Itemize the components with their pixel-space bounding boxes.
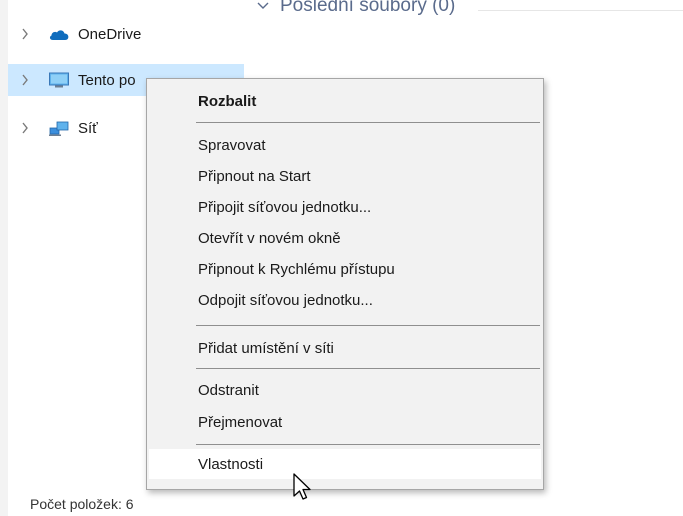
menu-item-expand[interactable]: Rozbalit (149, 86, 541, 116)
nav-item-label: OneDrive (78, 25, 142, 43)
menu-item-pin-quick-access[interactable]: Připnout k Rychlému přístupu (149, 254, 541, 284)
menu-separator (196, 325, 540, 326)
status-item-count: Počet položek: 6 (30, 496, 134, 512)
menu-separator (196, 122, 540, 123)
nav-item-onedrive[interactable]: OneDrive (8, 18, 244, 50)
chevron-right-icon[interactable] (20, 121, 30, 135)
group-title: Poslední soubory (0) (280, 0, 456, 16)
network-icon (48, 119, 70, 137)
menu-item-rename[interactable]: Přejmenovat (149, 407, 541, 437)
menu-item-delete[interactable]: Odstranit (149, 375, 541, 405)
window-left-edge (0, 0, 8, 516)
menu-item-manage[interactable]: Spravovat (149, 130, 541, 160)
menu-item-disconnect-network-drive[interactable]: Odpojit síťovou jednotku... (149, 285, 541, 315)
menu-item-pin-to-start[interactable]: Připnout na Start (149, 161, 541, 191)
group-divider (478, 10, 683, 11)
computer-monitor-icon (48, 71, 70, 89)
chevron-right-icon[interactable] (20, 27, 30, 41)
menu-item-properties[interactable]: Vlastnosti (149, 449, 541, 479)
menu-item-add-network-location[interactable]: Přidat umístění v síti (149, 333, 541, 363)
nav-item-label: Tento po (78, 71, 136, 89)
file-explorer-window: OneDrive Tento po Síť Poslední soubory (… (0, 0, 683, 516)
menu-separator (196, 368, 540, 369)
cloud-icon (48, 25, 70, 43)
mouse-pointer-icon (292, 472, 314, 502)
menu-item-map-network-drive[interactable]: Připojit síťovou jednotku... (149, 192, 541, 222)
nav-item-label: Síť (78, 119, 98, 137)
menu-separator (196, 444, 540, 445)
chevron-down-icon[interactable] (256, 0, 270, 13)
chevron-right-icon[interactable] (20, 73, 30, 87)
menu-item-open-new-window[interactable]: Otevřít v novém okně (149, 223, 541, 253)
recent-files-group-header[interactable]: Poslední soubory (0) (256, 0, 455, 20)
context-menu: Rozbalit Spravovat Připnout na Start Při… (146, 78, 544, 490)
